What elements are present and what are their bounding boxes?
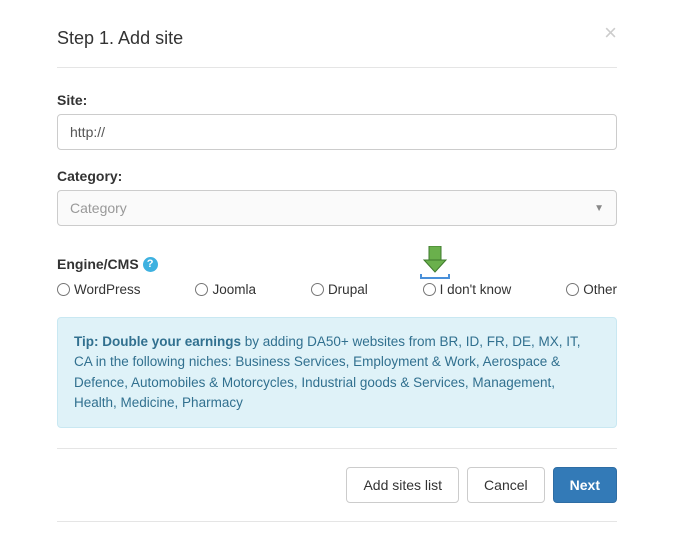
chevron-down-icon: ▼ (594, 203, 604, 214)
modal-title: Step 1. Add site (57, 28, 617, 49)
help-icon[interactable]: ? (143, 257, 158, 272)
radio-dontknow-input[interactable] (423, 283, 436, 296)
radio-dontknow[interactable]: I don't know (423, 282, 512, 297)
tip-bold: Tip: Double your earnings (74, 334, 241, 349)
modal-body: Site: Category: Category ▼ Engine/CMS ? … (57, 68, 617, 448)
radio-joomla[interactable]: Joomla (195, 282, 256, 297)
radio-joomla-input[interactable] (195, 283, 208, 296)
radio-wordpress-input[interactable] (57, 283, 70, 296)
modal-header: Step 1. Add site × (57, 20, 617, 68)
radio-drupal[interactable]: Drupal (311, 282, 368, 297)
close-icon: × (604, 20, 617, 45)
add-site-modal: Step 1. Add site × Site: Category: Categ… (57, 20, 617, 522)
category-placeholder: Category (70, 200, 127, 216)
radio-other-input[interactable] (566, 283, 579, 296)
site-field-group: Site: (57, 92, 617, 150)
radio-wordpress-label: WordPress (74, 282, 141, 297)
cancel-button[interactable]: Cancel (467, 467, 545, 503)
add-sites-list-button[interactable]: Add sites list (346, 467, 459, 503)
site-label: Site: (57, 92, 617, 108)
engine-radio-group: WordPress Joomla Drupal (57, 280, 617, 297)
next-button[interactable]: Next (553, 467, 617, 503)
radio-wordpress[interactable]: WordPress (57, 282, 141, 297)
engine-label: Engine/CMS (57, 256, 139, 272)
radio-joomla-label: Joomla (212, 282, 256, 297)
close-button[interactable]: × (604, 22, 617, 44)
site-input[interactable] (57, 114, 617, 150)
category-label: Category: (57, 168, 617, 184)
radio-other-label: Other (583, 282, 617, 297)
radio-dontknow-label: I don't know (440, 282, 512, 297)
radio-drupal-input[interactable] (311, 283, 324, 296)
arrow-down-icon (417, 246, 453, 280)
tip-box: Tip: Double your earnings by adding DA50… (57, 317, 617, 428)
category-select[interactable]: Category ▼ (57, 190, 617, 226)
modal-footer: Add sites list Cancel Next (57, 448, 617, 521)
radio-other[interactable]: Other (566, 282, 617, 297)
engine-field-group: Engine/CMS ? WordPress Joomla Drupal (57, 256, 617, 297)
category-field-group: Category: Category ▼ (57, 168, 617, 226)
radio-drupal-label: Drupal (328, 282, 368, 297)
